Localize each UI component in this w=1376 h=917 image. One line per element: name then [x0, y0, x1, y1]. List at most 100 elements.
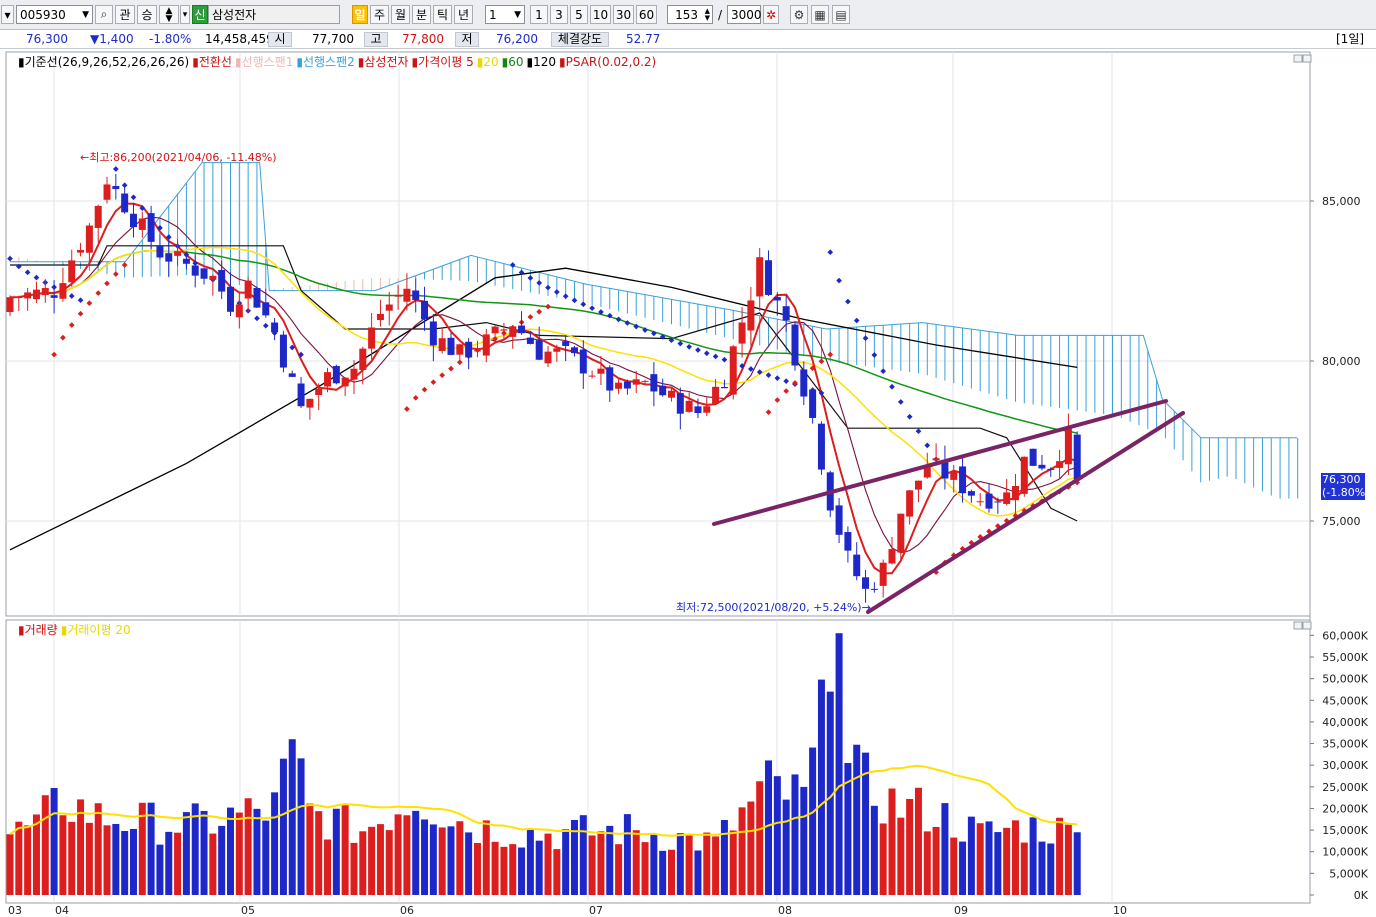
- volume-bar: [1011, 820, 1019, 895]
- volume-bar: [888, 788, 896, 895]
- candle-body: [456, 344, 464, 355]
- pane-control-button: [1293, 54, 1303, 63]
- volume-bar: [32, 814, 40, 895]
- volume-bar: [465, 832, 473, 895]
- candle-body: [447, 337, 455, 355]
- volume-bar: [500, 846, 508, 895]
- price-legend-item[interactable]: ▮기준선(26,9,26,52,26,26,26): [18, 55, 189, 69]
- price-legend-item[interactable]: ▮PSAR(0.02,0.2): [559, 55, 656, 69]
- candle-body: [659, 385, 667, 396]
- candle-body: [341, 377, 349, 387]
- price-legend-item[interactable]: ▮전환선: [192, 55, 232, 69]
- candle-body: [615, 382, 623, 389]
- candle-body: [809, 389, 817, 418]
- month-label: 05: [241, 904, 255, 917]
- volume-bar: [597, 831, 605, 895]
- volume-bar: [235, 812, 243, 895]
- month-label: 03: [8, 904, 22, 917]
- volume-legend-item[interactable]: ▮거래이평 20: [61, 623, 131, 637]
- price-legend-item[interactable]: ▮선행스팬2: [296, 55, 354, 69]
- stock-chart[interactable]: 85,000 80,000 75,000 60,000K 55,000K 50,000K 4…: [0, 0, 1376, 917]
- candle-body: [85, 225, 93, 253]
- price-legend-item[interactable]: ▮60: [502, 55, 524, 69]
- volume-bar: [870, 805, 878, 895]
- volume-bar: [209, 833, 217, 895]
- candle-body: [712, 386, 720, 404]
- volume-bar: [15, 821, 23, 895]
- volume-bar: [791, 774, 799, 895]
- volume-bar: [623, 814, 631, 895]
- month-label: 10: [1113, 904, 1127, 917]
- candle-body: [544, 351, 552, 364]
- candle-body: [1064, 427, 1072, 465]
- candle-body: [359, 348, 367, 371]
- candle-body: [1038, 464, 1046, 469]
- candle-body: [870, 588, 878, 590]
- candle-body: [967, 491, 975, 496]
- volume-bar: [897, 817, 905, 895]
- volume-bar: [1064, 824, 1072, 895]
- volume-bar: [429, 824, 437, 895]
- volume-tick-label: 35,000K: [1322, 738, 1368, 751]
- candle-body: [94, 205, 102, 228]
- volume-tick-label: 55,000K: [1322, 651, 1368, 664]
- volume-bar: [835, 633, 843, 895]
- price-legend-item[interactable]: ▮삼성전자: [358, 55, 409, 69]
- candle-body: [703, 406, 711, 413]
- volume-tick-label: 5,000K: [1329, 867, 1368, 880]
- candle-body: [738, 322, 746, 344]
- candle-body: [897, 513, 905, 553]
- candle-body: [324, 372, 332, 387]
- candle-body: [350, 368, 358, 380]
- volume-bar: [685, 833, 693, 895]
- candle-body: [421, 300, 429, 320]
- volume-bar: [315, 811, 323, 895]
- candle-body: [526, 337, 534, 344]
- candle-body: [376, 313, 384, 321]
- candle-body: [156, 246, 164, 258]
- volume-bar: [579, 815, 587, 895]
- volume-bar: [121, 831, 129, 895]
- candle-body: [368, 327, 376, 349]
- volume-bar: [385, 830, 393, 895]
- volume-bar: [200, 810, 208, 895]
- price-legend-item[interactable]: ▮120: [527, 55, 557, 69]
- candle-body: [24, 292, 32, 299]
- volume-bar: [773, 776, 781, 895]
- volume-legend-item[interactable]: ▮거래량: [18, 623, 58, 637]
- candle-body: [121, 193, 129, 213]
- low-annotation: 최저:72,500(2021/08/20, +5.24%)→: [676, 601, 871, 614]
- volume-bar: [394, 814, 402, 895]
- candle-body: [297, 383, 305, 407]
- price-legend-item[interactable]: ▮20: [477, 55, 499, 69]
- volume-bar: [1047, 843, 1055, 895]
- volume-bar: [59, 815, 67, 895]
- price-tick-label: 80,000: [1322, 355, 1361, 368]
- volume-bar: [262, 820, 270, 895]
- volume-bar: [306, 803, 314, 895]
- candle-body: [1003, 492, 1011, 504]
- price-legend-item[interactable]: ▮선행스팬1: [235, 55, 293, 69]
- volume-bar: [906, 798, 914, 895]
- volume-bar: [817, 679, 825, 895]
- volume-bar: [914, 787, 922, 895]
- candle-body: [244, 280, 252, 299]
- candle-body: [77, 249, 85, 253]
- price-pane: [5, 51, 1311, 617]
- volume-bar: [756, 781, 764, 895]
- candle-body: [720, 387, 728, 389]
- candle-body: [729, 346, 737, 395]
- candle-body: [950, 471, 958, 480]
- price-legend-item[interactable]: ▮가격이평 5: [412, 55, 474, 69]
- candle-body: [685, 400, 693, 412]
- volume-bar: [765, 760, 773, 895]
- volume-bar: [632, 830, 640, 895]
- volume-bar: [738, 807, 746, 895]
- volume-bar: [473, 843, 481, 895]
- volume-bar: [809, 747, 817, 895]
- volume-bar: [518, 847, 526, 895]
- candle-body: [1029, 448, 1037, 466]
- candle-body: [438, 338, 446, 351]
- candle-body: [650, 374, 658, 392]
- volume-bar: [50, 788, 58, 895]
